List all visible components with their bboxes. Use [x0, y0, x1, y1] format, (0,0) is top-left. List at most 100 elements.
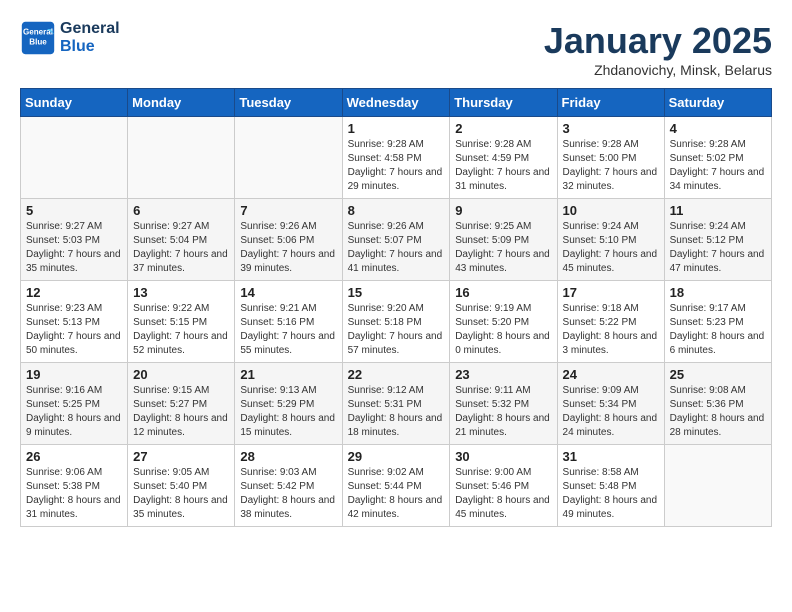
day-info: Sunrise: 9:26 AM Sunset: 5:07 PM Dayligh…: [348, 220, 445, 276]
day-number: 24: [563, 367, 659, 382]
page-header: General Blue General Blue January 2025 Z…: [20, 20, 772, 78]
calendar-cell: 12Sunrise: 9:23 AM Sunset: 5:13 PM Dayli…: [21, 281, 128, 363]
day-info: Sunrise: 9:02 AM Sunset: 5:44 PM Dayligh…: [348, 466, 445, 522]
day-number: 18: [670, 285, 766, 300]
day-number: 30: [455, 449, 551, 464]
weekday-header-friday: Friday: [557, 89, 664, 117]
calendar-cell: 29 Sunrise: 9:02 AM Sunset: 5:44 PM Dayli…: [342, 445, 450, 527]
weekday-header-wednesday: Wednesday: [342, 89, 450, 117]
day-number: 1: [348, 121, 445, 136]
day-info: Sunrise: 9:28 AM Sunset: 4:58 PM Dayligh…: [348, 138, 445, 194]
day-info: Sunrise: 9:28 AM Sunset: 4:59 PM Dayligh…: [455, 138, 551, 194]
day-number: 17: [563, 285, 659, 300]
logo: General Blue General Blue: [20, 20, 120, 56]
day-number: 22: [348, 367, 445, 382]
day-number: 29: [348, 449, 445, 464]
location-text: Zhdanovichy, Minsk, Belarus: [544, 62, 772, 78]
day-number: 28: [240, 449, 336, 464]
day-number: 25: [670, 367, 766, 382]
calendar-cell: 5 Sunrise: 9:27 AM Sunset: 5:03 PM Daylig…: [21, 199, 128, 281]
week-row-2: 5 Sunrise: 9:27 AM Sunset: 5:03 PM Daylig…: [21, 199, 772, 281]
day-info: Sunrise: 9:11 AM Sunset: 5:32 PM Dayligh…: [455, 384, 551, 440]
calendar-cell: 22Sunrise: 9:12 AM Sunset: 5:31 PM Dayli…: [342, 363, 450, 445]
calendar-cell: 17Sunrise: 9:18 AM Sunset: 5:22 PM Dayli…: [557, 281, 664, 363]
day-info: Sunrise: 9:24 AM Sunset: 5:12 PM Dayligh…: [670, 220, 766, 276]
day-number: 20: [133, 367, 229, 382]
calendar-cell: 21 Sunrise: 9:13 AM Sunset: 5:29 PM Dayli…: [235, 363, 342, 445]
day-number: 27: [133, 449, 229, 464]
calendar-cell: 24 Sunrise: 9:09 AM Sunset: 5:34 PM Dayli…: [557, 363, 664, 445]
day-number: 14: [240, 285, 336, 300]
day-number: 4: [670, 121, 766, 136]
month-title: January 2025: [544, 20, 772, 62]
week-row-1: 1 Sunrise: 9:28 AM Sunset: 4:58 PM Daylig…: [21, 117, 772, 199]
day-info: Sunrise: 9:13 AM Sunset: 5:29 PM Dayligh…: [240, 384, 336, 440]
calendar-cell: 7 Sunrise: 9:26 AM Sunset: 5:06 PM Daylig…: [235, 199, 342, 281]
weekday-header-tuesday: Tuesday: [235, 89, 342, 117]
day-info: Sunrise: 9:05 AM Sunset: 5:40 PM Dayligh…: [133, 466, 229, 522]
svg-text:General: General: [23, 27, 53, 36]
calendar-cell: [664, 445, 771, 527]
day-number: 19: [26, 367, 122, 382]
day-info: Sunrise: 9:26 AM Sunset: 5:06 PM Dayligh…: [240, 220, 336, 276]
day-number: 6: [133, 203, 229, 218]
calendar-cell: [21, 117, 128, 199]
day-info: Sunrise: 9:25 AM Sunset: 5:09 PM Dayligh…: [455, 220, 551, 276]
day-number: 23: [455, 367, 551, 382]
calendar-cell: [128, 117, 235, 199]
day-number: 26: [26, 449, 122, 464]
day-info: Sunrise: 9:22 AM Sunset: 5:15 PM Dayligh…: [133, 302, 229, 358]
day-info: Sunrise: 9:09 AM Sunset: 5:34 PM Dayligh…: [563, 384, 659, 440]
weekday-header-saturday: Saturday: [664, 89, 771, 117]
day-number: 21: [240, 367, 336, 382]
calendar-cell: 15 Sunrise: 9:20 AM Sunset: 5:18 PM Dayli…: [342, 281, 450, 363]
calendar-cell: 8Sunrise: 9:26 AM Sunset: 5:07 PM Daylig…: [342, 199, 450, 281]
calendar-cell: 23 Sunrise: 9:11 AM Sunset: 5:32 PM Dayli…: [450, 363, 557, 445]
calendar-cell: 10 Sunrise: 9:24 AM Sunset: 5:10 PM Dayli…: [557, 199, 664, 281]
day-info: Sunrise: 9:08 AM Sunset: 5:36 PM Dayligh…: [670, 384, 766, 440]
calendar-cell: [235, 117, 342, 199]
svg-text:Blue: Blue: [29, 37, 47, 46]
day-number: 11: [670, 203, 766, 218]
day-info: Sunrise: 9:21 AM Sunset: 5:16 PM Dayligh…: [240, 302, 336, 358]
day-number: 2: [455, 121, 551, 136]
day-number: 31: [563, 449, 659, 464]
day-number: 5: [26, 203, 122, 218]
calendar-cell: 1 Sunrise: 9:28 AM Sunset: 4:58 PM Daylig…: [342, 117, 450, 199]
day-info: Sunrise: 9:20 AM Sunset: 5:18 PM Dayligh…: [348, 302, 445, 358]
calendar-cell: 13 Sunrise: 9:22 AM Sunset: 5:15 PM Dayli…: [128, 281, 235, 363]
calendar-cell: 20 Sunrise: 9:15 AM Sunset: 5:27 PM Dayli…: [128, 363, 235, 445]
day-info: Sunrise: 9:24 AM Sunset: 5:10 PM Dayligh…: [563, 220, 659, 276]
logo-icon: General Blue: [20, 20, 56, 56]
weekday-header-row: SundayMondayTuesdayWednesdayThursdayFrid…: [21, 89, 772, 117]
logo-blue: Blue: [60, 38, 120, 56]
calendar-cell: 30 Sunrise: 9:00 AM Sunset: 5:46 PM Dayli…: [450, 445, 557, 527]
calendar-cell: 25 Sunrise: 9:08 AM Sunset: 5:36 PM Dayli…: [664, 363, 771, 445]
weekday-header-monday: Monday: [128, 89, 235, 117]
calendar-cell: 28Sunrise: 9:03 AM Sunset: 5:42 PM Dayli…: [235, 445, 342, 527]
day-info: Sunrise: 8:58 AM Sunset: 5:48 PM Dayligh…: [563, 466, 659, 522]
day-number: 16: [455, 285, 551, 300]
day-number: 15: [348, 285, 445, 300]
week-row-5: 26Sunrise: 9:06 AM Sunset: 5:38 PM Dayli…: [21, 445, 772, 527]
day-info: Sunrise: 9:28 AM Sunset: 5:02 PM Dayligh…: [670, 138, 766, 194]
day-info: Sunrise: 9:27 AM Sunset: 5:04 PM Dayligh…: [133, 220, 229, 276]
calendar-cell: 11 Sunrise: 9:24 AM Sunset: 5:12 PM Dayli…: [664, 199, 771, 281]
day-number: 12: [26, 285, 122, 300]
day-info: Sunrise: 9:00 AM Sunset: 5:46 PM Dayligh…: [455, 466, 551, 522]
calendar-cell: 4 Sunrise: 9:28 AM Sunset: 5:02 PM Daylig…: [664, 117, 771, 199]
calendar-cell: 16Sunrise: 9:19 AM Sunset: 5:20 PM Dayli…: [450, 281, 557, 363]
day-info: Sunrise: 9:17 AM Sunset: 5:23 PM Dayligh…: [670, 302, 766, 358]
day-info: Sunrise: 9:27 AM Sunset: 5:03 PM Dayligh…: [26, 220, 122, 276]
calendar-cell: 6 Sunrise: 9:27 AM Sunset: 5:04 PM Daylig…: [128, 199, 235, 281]
day-number: 7: [240, 203, 336, 218]
day-number: 13: [133, 285, 229, 300]
day-info: Sunrise: 9:15 AM Sunset: 5:27 PM Dayligh…: [133, 384, 229, 440]
week-row-3: 12Sunrise: 9:23 AM Sunset: 5:13 PM Dayli…: [21, 281, 772, 363]
calendar-cell: 31 Sunrise: 8:58 AM Sunset: 5:48 PM Dayli…: [557, 445, 664, 527]
day-number: 10: [563, 203, 659, 218]
calendar-cell: 3Sunrise: 9:28 AM Sunset: 5:00 PM Daylig…: [557, 117, 664, 199]
day-number: 3: [563, 121, 659, 136]
calendar-cell: 14 Sunrise: 9:21 AM Sunset: 5:16 PM Dayli…: [235, 281, 342, 363]
week-row-4: 19Sunrise: 9:16 AM Sunset: 5:25 PM Dayli…: [21, 363, 772, 445]
